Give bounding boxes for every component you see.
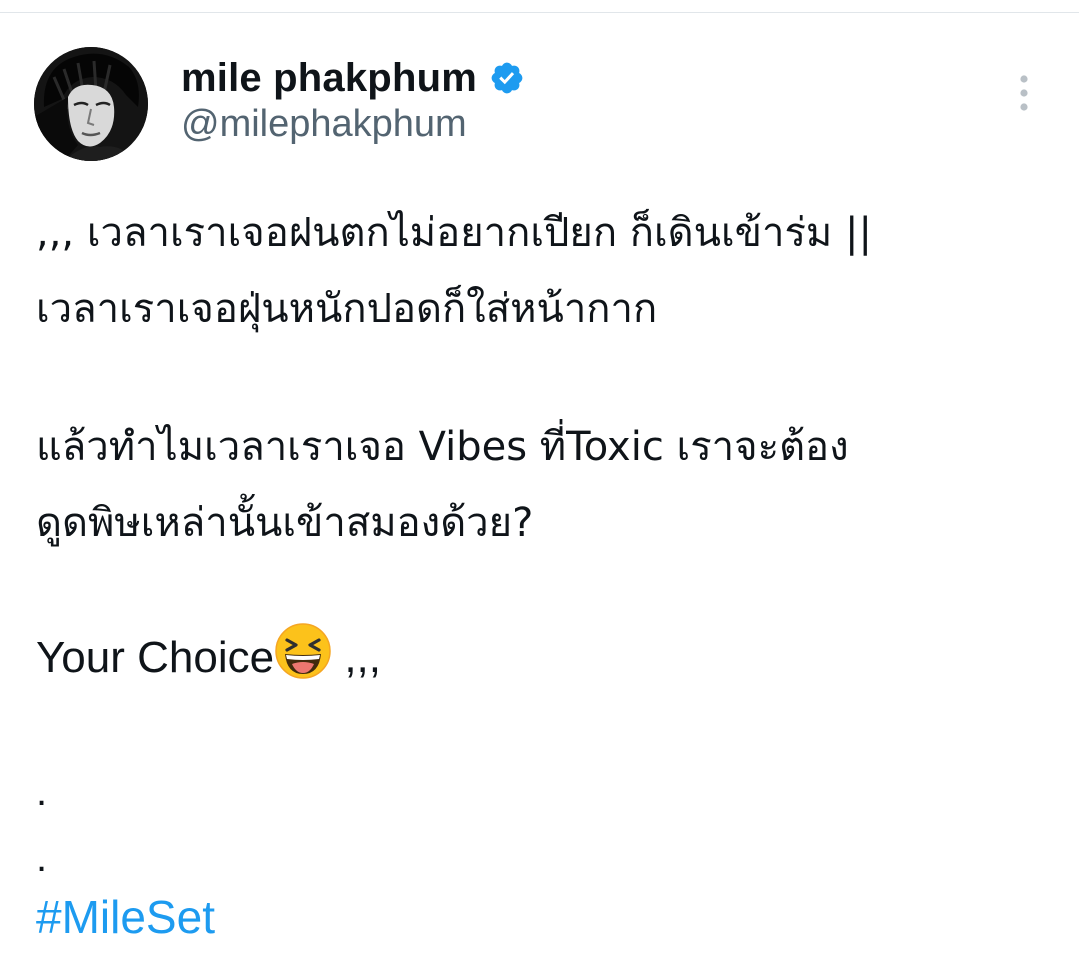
author-name-row: mile phakphum xyxy=(181,50,525,106)
author-display-name[interactable]: mile phakphum xyxy=(181,56,477,101)
post-text-line: เวลาเราเจอฝุ่นหนักปอดก็ใส่หน้ากาก xyxy=(36,286,658,332)
post-choice-suffix: ,,, xyxy=(332,633,381,682)
avatar-image xyxy=(34,47,148,161)
post-text-line: แล้วทำไมเวลาเราเจอ Vibes ที่Toxic เราจะต… xyxy=(36,424,849,470)
post-text-line: ดูดพิษเหล่านั้นเข้าสมองด้วย? xyxy=(36,500,534,546)
author-handle[interactable]: @milephakphum xyxy=(181,103,467,146)
avatar[interactable] xyxy=(34,47,148,161)
laughing-face-emoji-icon xyxy=(274,622,332,680)
post-choice-text: Your Choice xyxy=(36,633,275,682)
post-dot: . xyxy=(36,770,48,814)
post-text-line: ,,, เวลาเราเจอฝนตกไม่อยากเปียก ก็เดินเข้… xyxy=(36,210,872,256)
top-divider xyxy=(0,12,1079,13)
post-text-line-choice: Your Choice ,,, xyxy=(36,622,381,683)
verified-badge-icon xyxy=(489,60,525,96)
more-options-icon[interactable] xyxy=(1012,74,1036,114)
hashtag-link[interactable]: #MileSet xyxy=(36,890,215,944)
post-dot: . xyxy=(36,836,48,880)
